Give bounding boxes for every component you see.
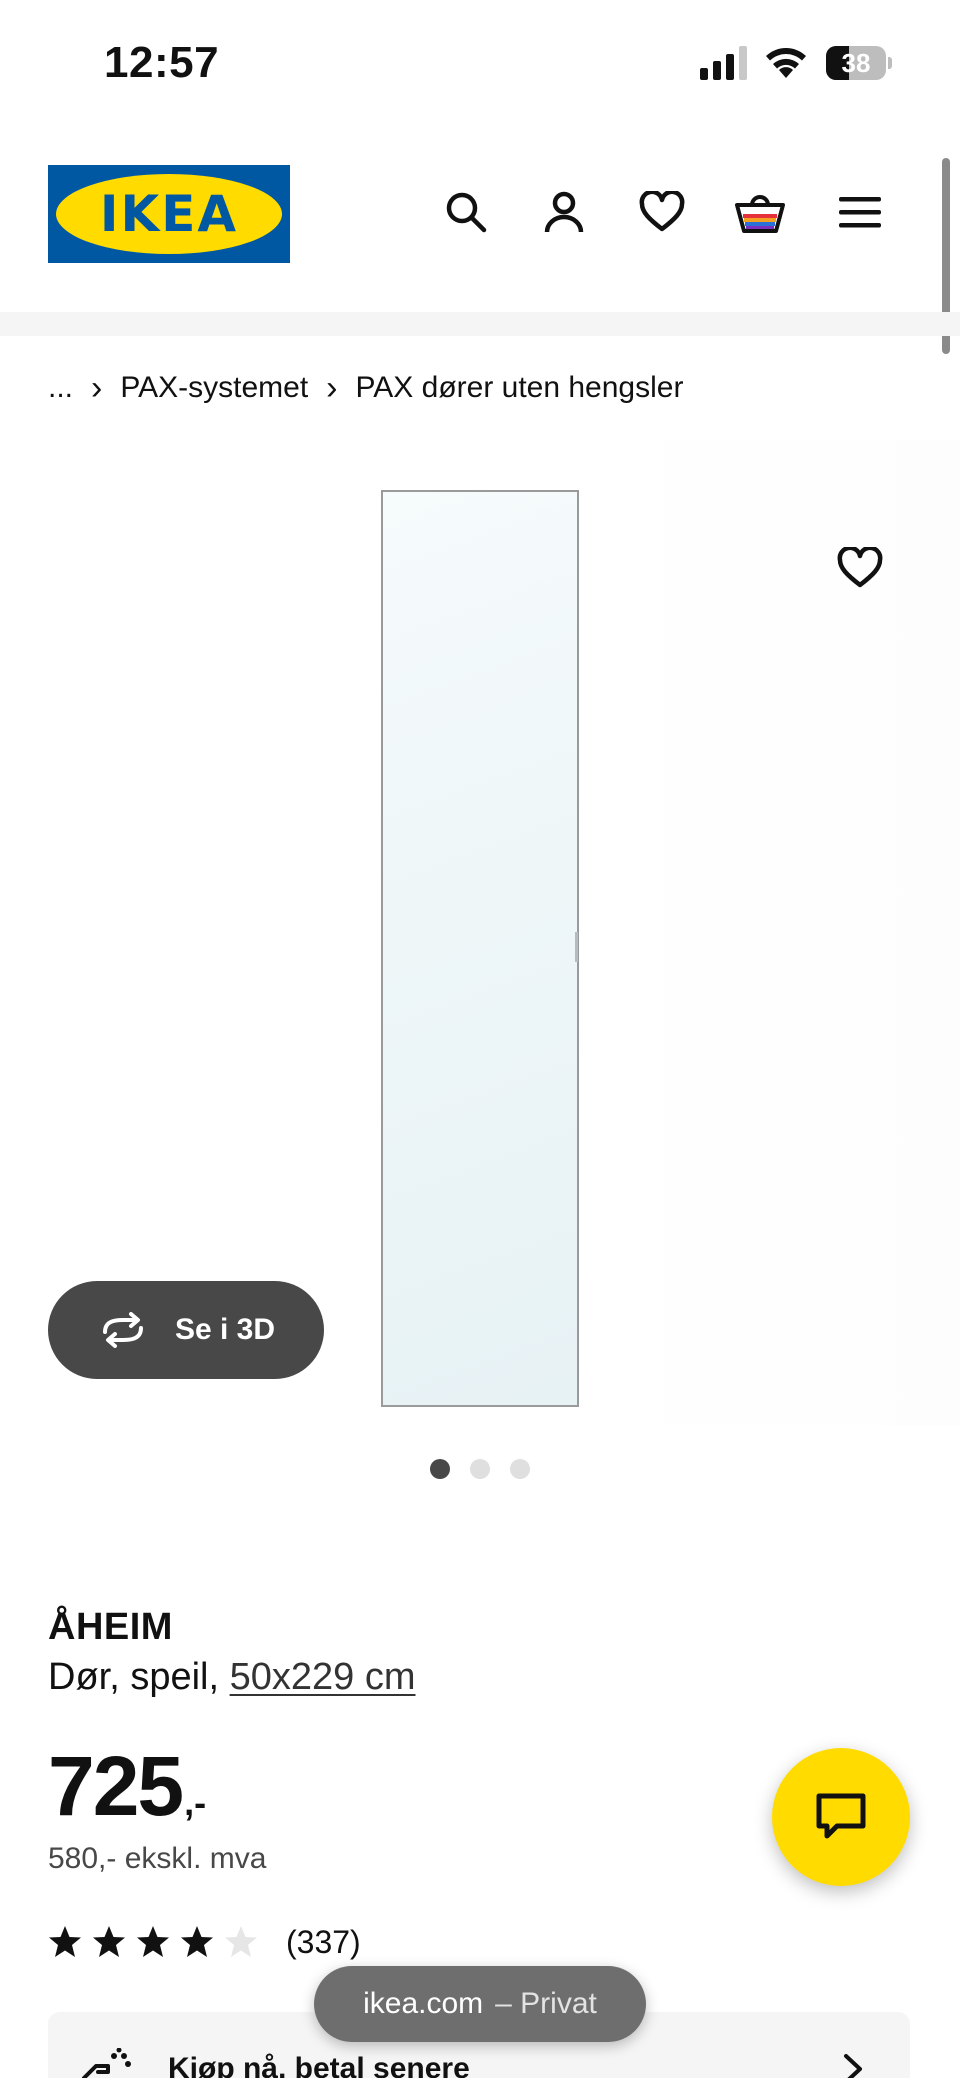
chat-button[interactable] <box>772 1748 910 1886</box>
price-excl-vat: 580,- ekskl. mva <box>48 1842 267 1875</box>
breadcrumb-item-pax-system[interactable]: PAX-systemet <box>120 371 308 405</box>
star-empty-icon <box>225 1926 257 1957</box>
product-description: Dør, speil, 50x229 cm <box>48 1656 416 1699</box>
browser-private-mode: – Privat <box>495 1987 597 2020</box>
view-3d-button[interactable]: Se i 3D <box>48 1281 324 1379</box>
chevron-right-icon: › <box>326 369 338 407</box>
price-integer: 725 <box>48 1739 184 1833</box>
add-to-favorites-button[interactable] <box>832 540 888 596</box>
status-bar: 12:57 38 <box>0 0 960 128</box>
payment-icon <box>82 2048 131 2078</box>
star-icon <box>137 1926 169 1957</box>
search-button[interactable] <box>438 184 494 240</box>
battery-level: 38 <box>841 48 871 78</box>
star-icon <box>93 1926 125 1957</box>
account-button[interactable] <box>536 184 592 240</box>
product-image-mirror-door[interactable] <box>381 490 579 1407</box>
pay-later-label: Kjøp nå, betal senere <box>168 2052 470 2078</box>
search-icon <box>446 192 487 233</box>
product-type: Dør, speil, <box>48 1656 230 1698</box>
breadcrumb-item-pax-doors[interactable]: PAX dører uten hengsler <box>356 371 684 405</box>
cart-button[interactable] <box>732 184 788 240</box>
cellular-signal-icon <box>700 46 747 80</box>
status-time: 12:57 <box>104 38 220 87</box>
site-header: IKEA <box>0 128 960 312</box>
rotate-3d-icon <box>102 1312 143 1348</box>
star-icon <box>181 1926 213 1957</box>
wifi-icon <box>766 48 806 78</box>
header-divider <box>0 312 960 336</box>
gallery-dot[interactable] <box>470 1459 490 1479</box>
product-price: 725 ,- <box>48 1738 206 1835</box>
product-gallery[interactable]: Se i 3D <box>0 440 960 1479</box>
price-suffix: ,- <box>184 1782 207 1823</box>
chevron-right-icon: › <box>91 369 103 407</box>
menu-icon <box>839 197 881 228</box>
browser-domain: ikea.com <box>363 1987 484 2020</box>
account-icon <box>544 191 584 233</box>
browser-address-pill[interactable]: ikea.com – Privat <box>314 1966 646 2042</box>
chat-bubble-icon <box>816 1793 866 1839</box>
breadcrumb: ... › PAX-systemet › PAX dører uten heng… <box>48 362 683 414</box>
star-icon <box>49 1926 81 1957</box>
view-3d-label: Se i 3D <box>174 1313 276 1346</box>
gallery-pagination <box>0 1459 960 1489</box>
product-name: ÅHEIM <box>48 1606 173 1648</box>
favorites-icon <box>639 191 685 232</box>
ikea-logo[interactable]: IKEA <box>48 165 290 263</box>
cart-icon <box>735 195 785 233</box>
product-rating[interactable]: (337) <box>48 1920 361 1964</box>
gallery-dot[interactable] <box>510 1459 530 1479</box>
favorites-button[interactable] <box>634 184 690 240</box>
menu-button[interactable] <box>832 184 888 240</box>
breadcrumb-ellipsis[interactable]: ... <box>48 371 73 405</box>
gallery-dot[interactable] <box>430 1459 450 1479</box>
review-count: (337) <box>286 1923 361 1960</box>
logo-text: IKEA <box>99 185 239 243</box>
chevron-right-icon <box>844 2054 862 2078</box>
product-size-link[interactable]: 50x229 cm <box>230 1656 416 1698</box>
heart-icon <box>837 547 883 588</box>
battery-icon: 38 <box>826 46 892 80</box>
